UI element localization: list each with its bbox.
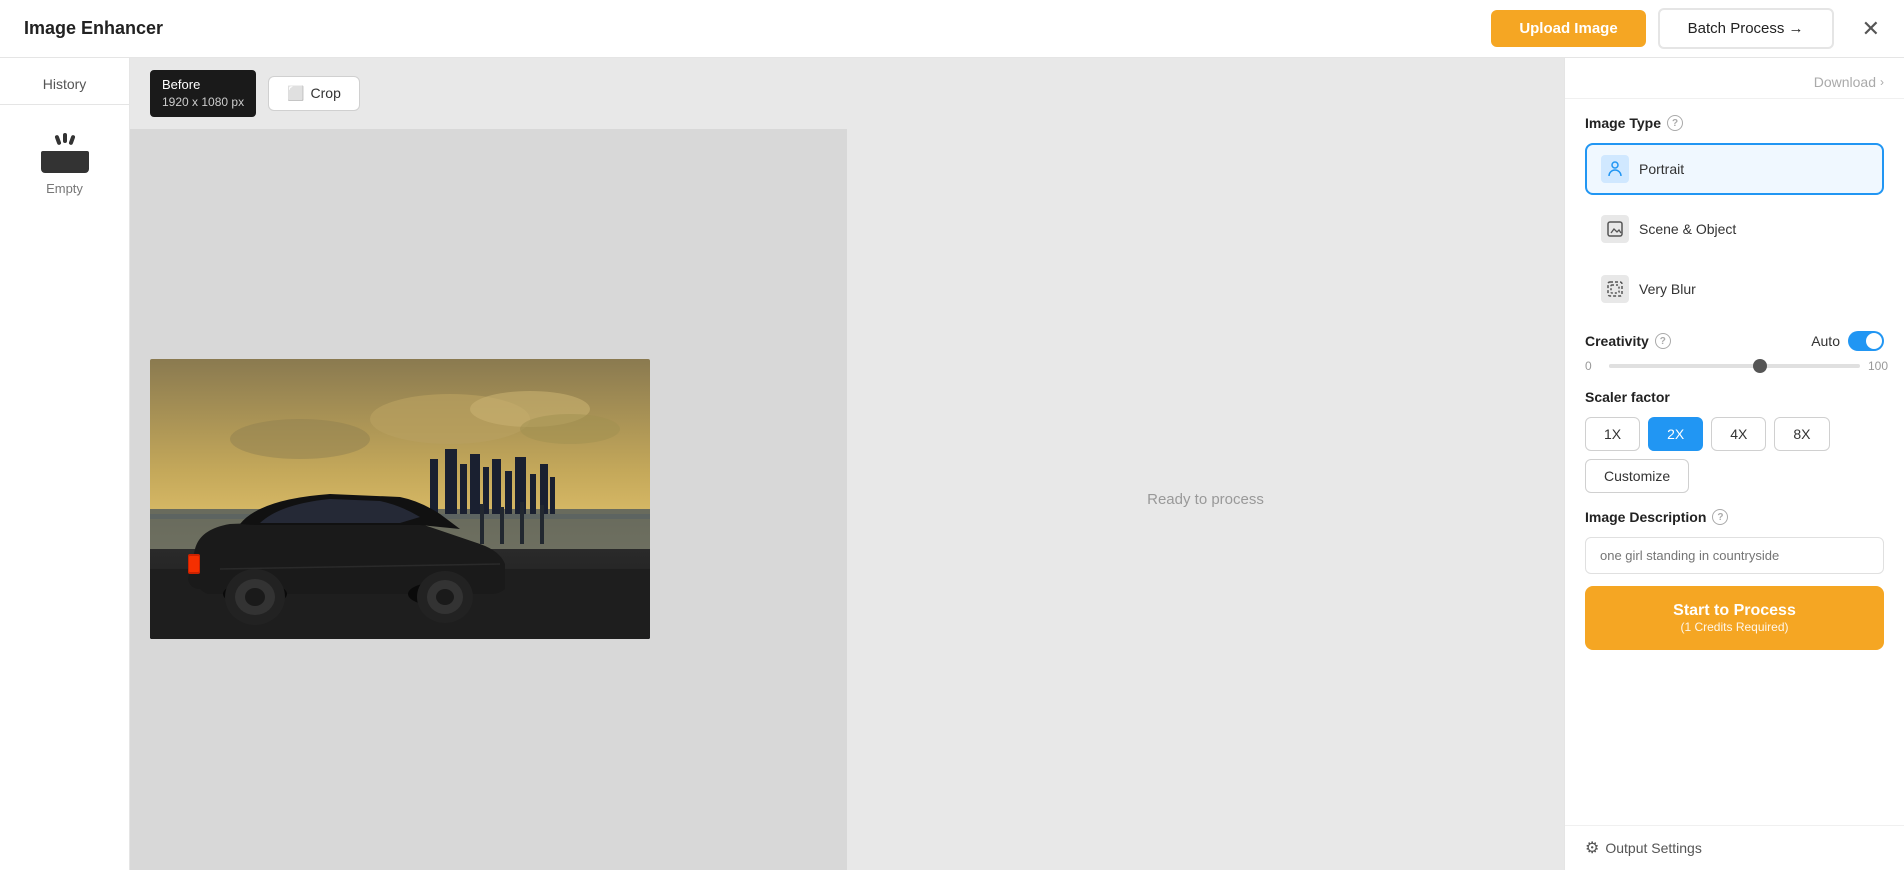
slider-min-label: 0 bbox=[1585, 359, 1601, 373]
scene-object-icon bbox=[1601, 215, 1629, 243]
after-panel: Ready to process bbox=[847, 129, 1564, 870]
scale-1x-button[interactable]: 1X bbox=[1585, 417, 1640, 451]
main-area: Before 1920 x 1080 px ⬜ Crop bbox=[130, 58, 1564, 870]
type-portrait[interactable]: Portrait bbox=[1585, 143, 1884, 195]
image-area: Ready to process bbox=[130, 129, 1564, 870]
download-button[interactable]: Download › bbox=[1814, 74, 1884, 90]
wave-3 bbox=[68, 135, 75, 146]
type-scene-object[interactable]: Scene & Object bbox=[1585, 203, 1884, 255]
wave-1 bbox=[54, 135, 61, 146]
scale-2x-button[interactable]: 2X bbox=[1648, 417, 1703, 451]
app-header: Image Enhancer Upload Image Batch Proces… bbox=[0, 0, 1904, 58]
before-badge: Before 1920 x 1080 px bbox=[150, 70, 256, 117]
image-description-section: Image Description ? bbox=[1585, 509, 1884, 574]
crop-icon: ⬜ bbox=[287, 85, 304, 102]
type-very-blur[interactable]: Very Blur bbox=[1585, 263, 1884, 315]
gear-icon: ⚙ bbox=[1585, 838, 1599, 858]
output-settings-row[interactable]: ⚙ Output Settings bbox=[1565, 825, 1904, 870]
inbox-icon bbox=[41, 133, 89, 173]
right-panel-header: Download › bbox=[1565, 58, 1904, 99]
creativity-slider-row: 0 100 bbox=[1585, 359, 1884, 373]
header-actions: Upload Image Batch Process → ✕ bbox=[1491, 8, 1880, 49]
sidebar-item-history[interactable]: History bbox=[0, 58, 129, 105]
scale-4x-button[interactable]: 4X bbox=[1711, 417, 1766, 451]
scale-8x-button[interactable]: 8X bbox=[1774, 417, 1829, 451]
start-credits-label: (1 Credits Required) bbox=[1680, 620, 1788, 634]
scaler-label: Scaler factor bbox=[1585, 389, 1884, 405]
main-layout: History Empty Before 1920 x 1080 px ⬜ bbox=[0, 58, 1904, 870]
sidebar-empty-label: Empty bbox=[46, 181, 83, 196]
slider-fill bbox=[1609, 364, 1760, 368]
auto-label: Auto bbox=[1811, 333, 1840, 349]
creativity-label: Creativity ? bbox=[1585, 333, 1671, 349]
app-title: Image Enhancer bbox=[24, 18, 163, 39]
chevron-down-icon: › bbox=[1880, 75, 1884, 89]
scaler-buttons: 1X 2X 4X 8X bbox=[1585, 417, 1884, 451]
close-button[interactable]: ✕ bbox=[1862, 16, 1880, 42]
ready-text: Ready to process bbox=[1147, 491, 1264, 508]
customize-button[interactable]: Customize bbox=[1585, 459, 1689, 493]
creativity-info-icon[interactable]: ? bbox=[1655, 333, 1671, 349]
wave-2 bbox=[63, 133, 67, 143]
scaler-section: Scaler factor 1X 2X 4X 8X Customize bbox=[1585, 389, 1884, 493]
image-toolbar: Before 1920 x 1080 px ⬜ Crop bbox=[130, 58, 1564, 129]
image-type-info-icon[interactable]: ? bbox=[1667, 115, 1683, 131]
crop-button[interactable]: ⬜ Crop bbox=[268, 76, 360, 111]
desc-label: Image Description ? bbox=[1585, 509, 1884, 525]
creativity-row: Creativity ? Auto bbox=[1585, 331, 1884, 351]
auto-toggle-switch[interactable] bbox=[1848, 331, 1884, 351]
image-type-section: Image Type ? bbox=[1585, 115, 1884, 131]
creativity-slider[interactable] bbox=[1609, 364, 1860, 368]
sidebar: History Empty bbox=[0, 58, 130, 870]
start-process-button[interactable]: Start to Process (1 Credits Required) bbox=[1585, 586, 1884, 650]
very-blur-icon bbox=[1601, 275, 1629, 303]
batch-process-button[interactable]: Batch Process → bbox=[1658, 8, 1834, 49]
sidebar-empty-area: Empty bbox=[41, 105, 89, 208]
slider-thumb[interactable] bbox=[1753, 359, 1767, 373]
image-dimensions: 1920 x 1080 px bbox=[162, 94, 244, 111]
right-panel-content: Image Type ? Portrait bbox=[1565, 99, 1904, 825]
before-panel bbox=[130, 129, 847, 870]
image-description-input[interactable] bbox=[1585, 537, 1884, 574]
slider-max-label: 100 bbox=[1868, 359, 1884, 373]
right-panel: Download › Image Type ? Portrait bbox=[1564, 58, 1904, 870]
inbox-tray bbox=[41, 151, 89, 173]
inbox-waves bbox=[56, 133, 74, 145]
portrait-icon bbox=[1601, 155, 1629, 183]
auto-toggle: Auto bbox=[1811, 331, 1884, 351]
toggle-knob bbox=[1866, 333, 1882, 349]
desc-info-icon[interactable]: ? bbox=[1712, 509, 1728, 525]
car-image bbox=[150, 359, 650, 639]
upload-image-button[interactable]: Upload Image bbox=[1491, 10, 1645, 47]
